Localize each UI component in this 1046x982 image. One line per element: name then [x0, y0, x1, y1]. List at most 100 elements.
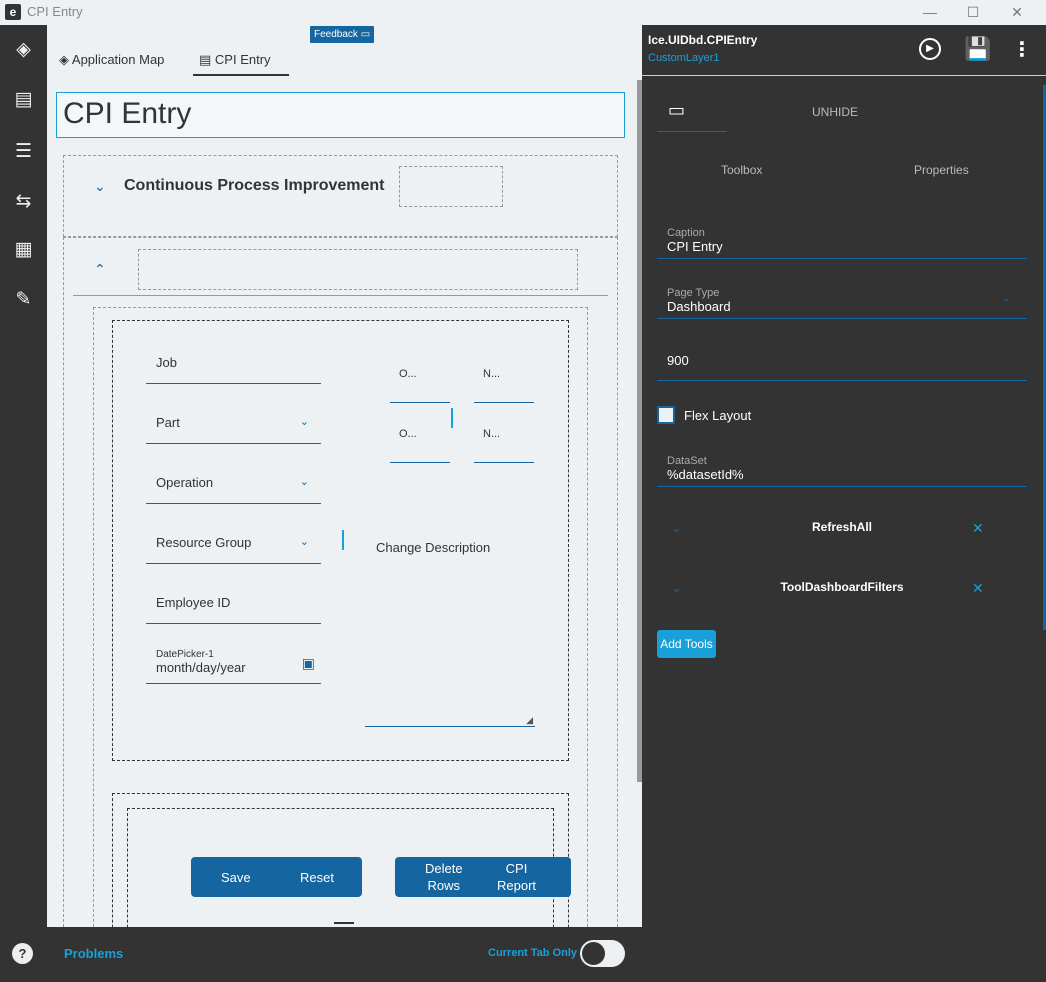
- sidebar: ◈ ▤ ☰ ⇆ ▦ ✎ ?: [0, 25, 47, 982]
- small-field[interactable]: O...: [390, 428, 450, 463]
- field-label: DatePicker-1: [156, 649, 214, 660]
- feedback-button[interactable]: Feedback ▭: [310, 26, 375, 43]
- button-label: Delete: [425, 861, 463, 876]
- current-tab-only-toggle[interactable]: [580, 940, 625, 967]
- chevron-down-icon: ⌄: [299, 416, 309, 428]
- minimize-button[interactable]: —: [915, 2, 945, 22]
- resize-handle[interactable]: [342, 530, 344, 550]
- close-button[interactable]: ✕: [1002, 2, 1032, 22]
- resize-handle[interactable]: [451, 408, 453, 428]
- employee-id-field[interactable]: Employee ID: [146, 595, 321, 624]
- chevron-down-icon[interactable]: ⌄: [94, 178, 106, 195]
- field-label: Operation: [156, 475, 214, 490]
- change-description-textarea[interactable]: ◢: [365, 565, 535, 727]
- close-icon[interactable]: ✕: [972, 580, 984, 597]
- more-options-icon[interactable]: ⋮: [1012, 37, 1032, 62]
- field-label: Page Type: [667, 287, 720, 299]
- window-title: CPI Entry: [27, 4, 83, 19]
- tool-item: ⌄ RefreshAll ✕: [642, 520, 1046, 542]
- app-logo: e: [5, 4, 21, 20]
- flex-layout-checkbox[interactable]: [657, 406, 675, 424]
- button-label: Rows: [427, 878, 461, 893]
- field-value: Dashboard: [667, 299, 731, 314]
- tab-toolbox[interactable]: Toolbox: [721, 163, 762, 177]
- field-label: Employee ID: [156, 595, 231, 610]
- divider: [642, 75, 1046, 76]
- chevron-up-icon[interactable]: ⌃: [94, 261, 106, 278]
- page-path: Ice.UIDbd.CPIEntry: [648, 33, 758, 47]
- active-tab-indicator: [657, 131, 727, 132]
- tab-label: CPI Entry: [214, 52, 271, 67]
- caption-field[interactable]: Caption CPI Entry: [657, 227, 1027, 259]
- drag-handle[interactable]: [334, 922, 354, 924]
- maximize-button[interactable]: ☐: [958, 2, 988, 22]
- dataset-field[interactable]: DataSet %datasetId%: [657, 455, 1027, 487]
- chevron-down-icon: ⌄: [1002, 292, 1012, 304]
- page-type-dropdown[interactable]: Page Type Dashboard ⌄: [657, 287, 1027, 319]
- unhide-button[interactable]: UNHIDE: [812, 105, 858, 119]
- bottom-bar: Problems Current Tab Only: [47, 927, 642, 982]
- comment-icon: ▭: [360, 29, 371, 40]
- tab-application-map[interactable]: ◈ Application Map: [59, 52, 164, 68]
- calendar-icon[interactable]: ▣: [302, 655, 315, 672]
- save-button[interactable]: Save: [221, 870, 251, 885]
- layout-icon[interactable]: ▤: [0, 85, 47, 115]
- date-picker[interactable]: DatePicker-1 month/day/year ▣: [146, 649, 321, 684]
- field-label: Caption: [667, 227, 705, 239]
- operation-dropdown[interactable]: Operation ⌄: [146, 475, 321, 504]
- placeholder-box: [399, 166, 503, 207]
- delete-rows-button[interactable]: Delete Rows: [425, 860, 463, 894]
- change-description-label: Change Description: [376, 540, 491, 555]
- reset-button[interactable]: Reset: [300, 870, 334, 885]
- field-value: CPI Entry: [667, 239, 723, 254]
- resize-grip-icon[interactable]: ◢: [526, 715, 533, 726]
- tab-properties[interactable]: Properties: [914, 163, 969, 177]
- action-group: Delete Rows CPI Report: [395, 857, 571, 897]
- laptop-icon[interactable]: ▭: [668, 100, 685, 121]
- chevron-down-icon: ⌄: [299, 476, 309, 488]
- active-tab-indicator: [193, 74, 289, 76]
- divider: [73, 295, 608, 296]
- save-icon[interactable]: 💾: [964, 36, 991, 62]
- close-icon[interactable]: ✕: [972, 520, 984, 537]
- flow-icon[interactable]: ⇆: [0, 187, 47, 217]
- small-field[interactable]: O...: [390, 368, 450, 403]
- chevron-down-icon: ⌄: [299, 536, 309, 548]
- cpi-report-button[interactable]: CPI Report: [497, 860, 536, 894]
- tool-item: ⌄ ToolDashboardFilters ✕: [642, 580, 1046, 602]
- save-reset-group: Save Reset: [191, 857, 362, 897]
- title-bar: e CPI Entry — ☐ ✕: [0, 0, 1046, 25]
- layers-icon: ◈: [59, 52, 69, 67]
- job-field[interactable]: Job: [146, 355, 321, 384]
- button-label: Report: [497, 878, 537, 893]
- flex-layout-label: Flex Layout: [684, 408, 752, 423]
- date-placeholder: month/day/year: [156, 660, 246, 675]
- section-title: Continuous Process Improvement: [124, 177, 385, 194]
- layer-name: CustomLayer1: [648, 52, 720, 64]
- field-label: Resource Group: [156, 535, 252, 550]
- small-field[interactable]: N...: [474, 368, 534, 403]
- layout-icon: ▤: [199, 52, 212, 67]
- small-field[interactable]: N...: [474, 428, 534, 463]
- checklist-icon[interactable]: ☰: [0, 137, 47, 167]
- resource-group-dropdown[interactable]: Resource Group ⌄: [146, 535, 321, 564]
- design-canvas: Feedback ▭ ◈ Application Map ▤ CPI Entry…: [47, 25, 642, 927]
- help-icon[interactable]: ?: [12, 943, 33, 964]
- page-title[interactable]: CPI Entry: [56, 92, 625, 138]
- tab-label: Application Map: [71, 52, 165, 67]
- tab-cpi-entry[interactable]: ▤ CPI Entry: [199, 52, 271, 68]
- feedback-label: Feedback: [314, 29, 358, 40]
- properties-panel: Ice.UIDbd.CPIEntry CustomLayer1 ▶ 💾 ⋮ ▭ …: [642, 25, 1046, 982]
- problems-link[interactable]: Problems: [64, 946, 123, 961]
- edit-document-icon[interactable]: ✎: [0, 285, 47, 315]
- grid-icon[interactable]: ▦: [0, 235, 47, 265]
- current-tab-only-label: Current Tab Only: [488, 947, 578, 959]
- section-panel: [63, 155, 618, 237]
- button-label: CPI: [505, 861, 528, 876]
- width-field[interactable]: 900: [657, 353, 1027, 381]
- part-dropdown[interactable]: Part ⌄: [146, 415, 321, 444]
- field-label: Part: [156, 415, 180, 430]
- layers-icon[interactable]: ◈: [0, 35, 47, 65]
- play-icon[interactable]: ▶: [919, 38, 941, 60]
- add-tools-button[interactable]: Add Tools: [657, 630, 716, 658]
